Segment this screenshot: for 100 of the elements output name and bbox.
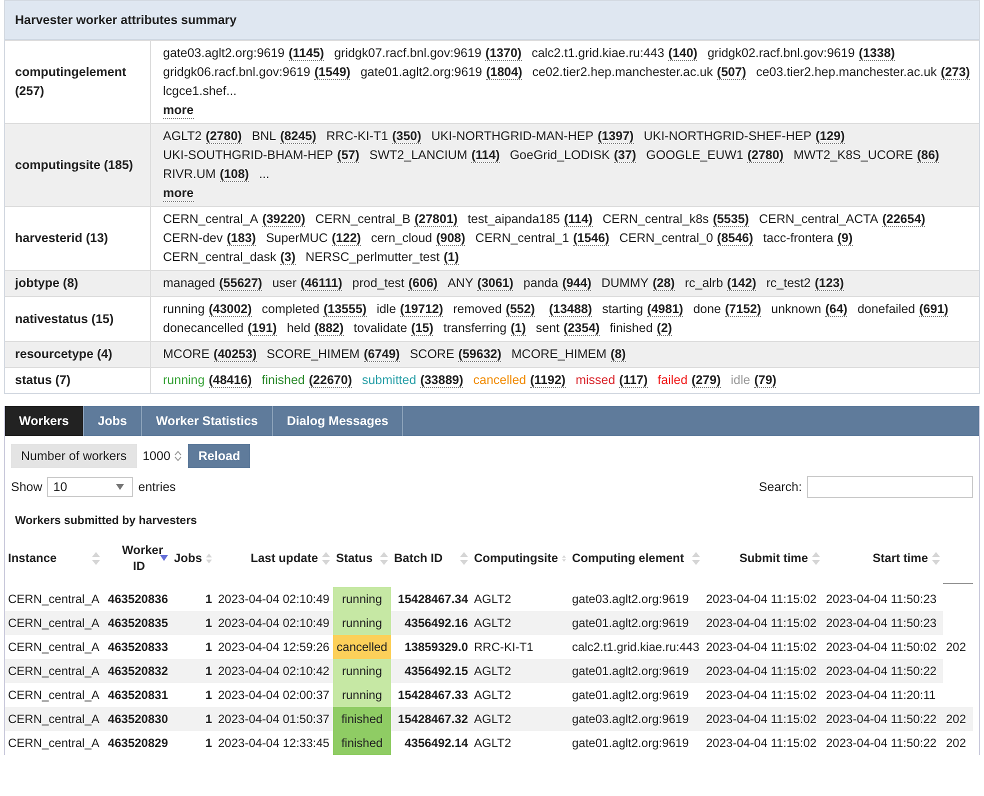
count-link[interactable]: (1338) [858,46,895,61]
count-link[interactable]: (2780) [747,148,784,163]
column-header[interactable]: Worker ID [103,537,171,583]
count-link[interactable]: (273) [940,65,970,80]
batch-id-cell: 13859329.0 [391,635,471,659]
column-header[interactable]: Computingsite [471,537,569,583]
attribute-value: SWT2_LANCIUM [369,148,468,162]
count-link[interactable]: (1) [444,250,459,265]
count-link[interactable]: (908) [436,231,466,246]
attribute-value: GoeGrid_LODISK [510,148,610,162]
count-link[interactable]: (9) [837,231,853,246]
table-cell: 202 [943,707,973,731]
column-header[interactable]: Instance [5,537,103,583]
count-link[interactable]: (114) [471,148,500,163]
attribute-value: BNL [252,129,276,143]
attribute-value: SCORE [410,347,454,361]
count-link[interactable]: (1549) [314,65,350,80]
attribute-name: resourcetype (4) [5,342,151,367]
count-link[interactable]: (3061) [477,276,514,291]
count-link[interactable]: (22670) [308,373,352,388]
count-link[interactable]: (350) [392,129,422,144]
count-link[interactable]: (1804) [486,65,522,80]
reload-button[interactable]: Reload [188,444,250,468]
count-link[interactable]: (15) [411,321,434,336]
attribute-value: ... [258,167,270,181]
count-link[interactable]: (2) [656,321,672,336]
attribute-value: CERN_central_A [163,212,258,226]
count-link[interactable]: (122) [332,231,361,246]
computing-element-cell: gate01.aglt2.org:9619 [569,659,703,683]
search-field[interactable] [807,476,973,498]
worker-id-cell: 463520833 [103,635,171,659]
count-link[interactable]: (64) [825,302,848,317]
attribute-value: lcgce1.shef... [163,84,237,98]
count-link[interactable]: (86) [916,148,940,163]
count-link[interactable]: (55627) [219,276,262,291]
count-link[interactable]: (117) [619,373,648,388]
more-link[interactable]: more [163,185,194,202]
count-link[interactable]: (7152) [725,302,762,317]
count-link[interactable]: (57) [337,148,360,163]
count-link[interactable]: (191) [248,321,277,336]
column-header[interactable]: Submit time [703,537,823,583]
count-link[interactable]: (46111) [300,276,342,291]
count-link[interactable]: (882) [314,321,344,336]
attribute-value: unknown [771,302,822,316]
count-link[interactable]: (183) [226,231,256,246]
count-link[interactable]: (5535) [712,212,749,227]
count-link[interactable]: (8245) [280,129,316,144]
count-link[interactable]: (507) [716,65,746,80]
count-link[interactable]: (1145) [288,46,324,61]
count-link[interactable]: (1192) [530,373,566,388]
count-link[interactable]: (2780) [206,129,242,144]
column-header[interactable]: Computing element [569,537,703,583]
status-cell: cancelled [333,635,391,659]
entries-select[interactable]: 10 [47,477,134,497]
count-link[interactable]: (142) [727,276,756,291]
count-link[interactable]: (140) [668,46,698,61]
count-link[interactable]: (1) [510,321,526,336]
count-link[interactable]: (13555) [323,302,367,317]
count-link[interactable]: (40253) [214,347,257,362]
field-label: Number of workers [11,444,137,468]
start-time-cell: 2023-04-04 11:20:11 [823,683,943,707]
count-link[interactable]: (279) [692,373,721,388]
count-link[interactable]: (2354) [564,321,600,336]
batch-id-cell: 4356492.16 [391,611,471,635]
count-link[interactable]: (4981) [647,302,684,317]
count-link[interactable]: (114) [564,212,593,227]
count-link[interactable]: (1397) [598,129,634,144]
count-link[interactable]: (39220) [262,212,306,227]
count-link[interactable]: (43002) [208,302,252,317]
tab[interactable]: Workers [5,406,84,436]
count-link[interactable]: (28) [652,276,675,291]
count-link[interactable]: (691) [919,302,948,317]
count-link[interactable]: (8546) [717,231,754,246]
count-link[interactable]: (19712) [400,302,444,317]
count-link[interactable]: (59632) [458,347,502,362]
column-header[interactable]: Jobs [171,537,215,583]
count-link[interactable]: (1370) [485,46,522,61]
attribute-value: CERN_central_dask [163,250,276,264]
count-link[interactable]: (1546) [573,231,610,246]
count-link[interactable]: (944) [562,276,592,291]
count-link[interactable]: (552) [506,302,535,317]
count-link[interactable]: (13488) [548,302,592,317]
attribute-value: managed [163,276,216,290]
count-link[interactable]: (606) [408,276,438,291]
count-link[interactable]: (123) [814,276,844,291]
count-link[interactable]: (6749) [364,347,400,362]
count-link[interactable]: (48416) [208,373,252,388]
column-header[interactable]: Start time [823,537,943,583]
attribute-value: SCORE_HIMEM [266,347,360,361]
count-link[interactable]: (108) [220,167,249,182]
attribute-value: CERN-dev [163,231,223,245]
count-link[interactable]: (129) [816,129,845,144]
more-link[interactable]: more [163,102,194,119]
count-link[interactable]: (8) [610,347,626,362]
count-link[interactable]: (33889) [420,373,464,388]
count-link[interactable]: (27801) [414,212,458,227]
count-link[interactable]: (37) [614,148,636,163]
count-link[interactable]: (3) [280,250,296,265]
count-link[interactable]: (22654) [882,212,926,227]
count-link[interactable]: (79) [754,373,776,388]
